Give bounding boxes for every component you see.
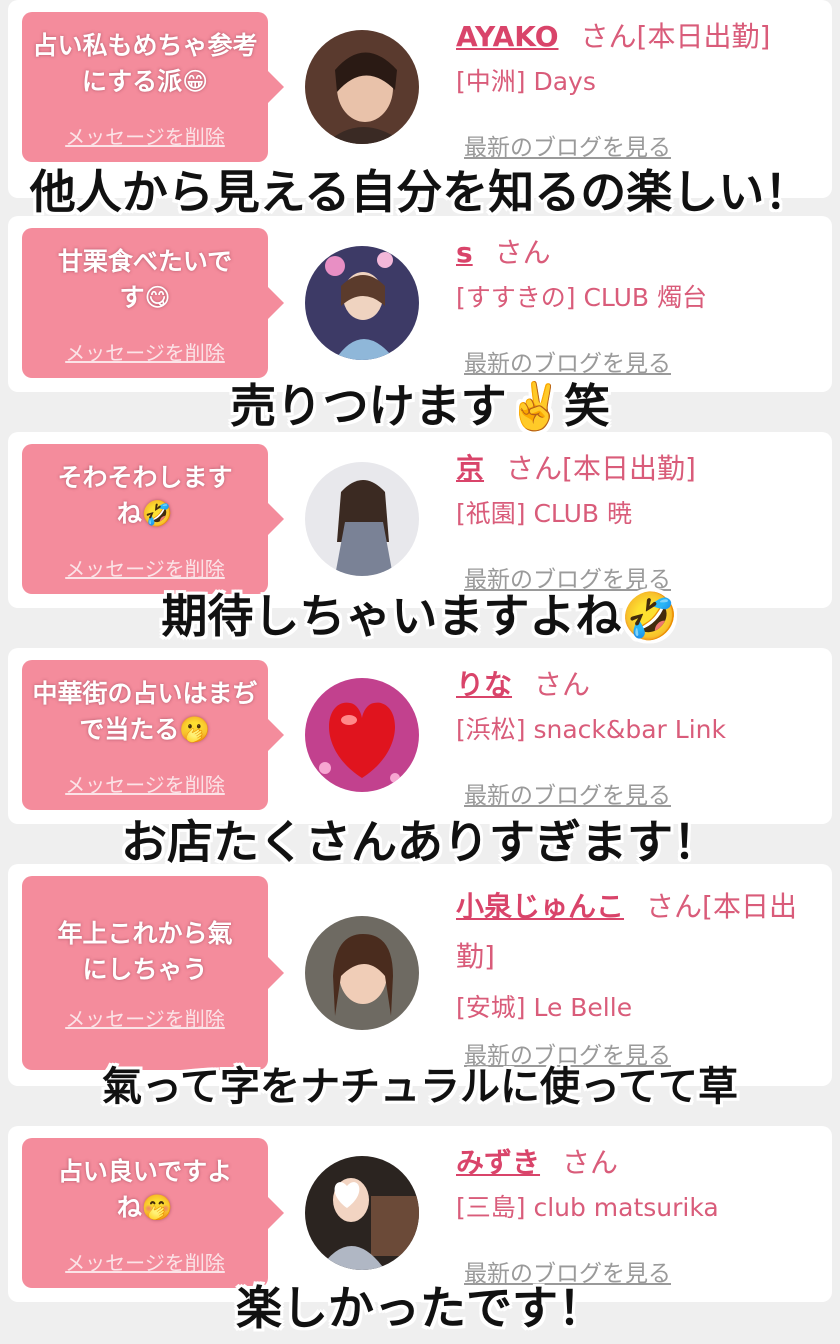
user-info: AYAKO さん[本日出勤] [中洲] Days <box>456 18 818 102</box>
name-line: 京さん[本日出勤] <box>456 450 818 488</box>
delete-message-link[interactable]: メッセージを削除 <box>22 769 268 798</box>
message-card: 年上これから氣にしちゃう メッセージを削除 小泉じゅんこ さん[本日出勤] [安城… <box>8 864 832 1086</box>
user-name-link[interactable]: みずき <box>456 1146 540 1179</box>
name-line: みずき さん <box>456 1144 818 1182</box>
user-info: りな さん [浜松] snack&bar Link <box>456 666 818 750</box>
blog-link[interactable]: 最新のブログを見る <box>464 776 671 810</box>
avatar[interactable] <box>305 678 419 792</box>
shop-info: [祇園] CLUB 暁 <box>456 499 632 528</box>
user-info: 京さん[本日出勤] [祇園] CLUB 暁 <box>456 450 818 534</box>
overlay-caption: 他人から見える自分を知るの楽しい！ <box>29 165 811 219</box>
message-bubble: 年上これから氣にしちゃう メッセージを削除 <box>22 876 284 1070</box>
message-card: 中華街の占いはまぢで当たる🫢 メッセージを削除 りな さん [浜松] snack&… <box>8 648 832 824</box>
message-bubble: そわそわしますね🤣 メッセージを削除 <box>22 444 284 594</box>
message-bubble: 占い私もめちゃ参考にする派😁 メッセージを削除 <box>22 12 284 162</box>
overlay-caption: お店たくさんありすぎます！ <box>121 815 719 869</box>
shop-info: [安城] Le Belle <box>456 993 633 1022</box>
honorific: さん <box>506 452 563 485</box>
name-line: 小泉じゅんこ さん[本日出勤] <box>456 882 818 982</box>
overlay-caption: 氣って字をナチュラルに使ってて草 <box>102 1064 738 1110</box>
overlay-caption: 売りつけます✌️笑 <box>230 379 610 433</box>
avatar[interactable] <box>305 30 419 144</box>
honorific: さん <box>494 236 551 269</box>
user-info: 小泉じゅんこ さん[本日出勤] [安城] Le Belle <box>456 882 818 1028</box>
status-badge: [本日出勤] <box>562 452 696 485</box>
user-name-link[interactable]: 小泉じゅんこ <box>456 890 624 923</box>
name-line: りな さん <box>456 666 818 704</box>
overlay-caption: 楽しかったです！ <box>236 1281 604 1335</box>
status-badge: [本日出勤] <box>636 20 771 53</box>
avatar[interactable] <box>305 916 419 1030</box>
delete-message-link[interactable]: メッセージを削除 <box>22 121 268 150</box>
message-bubble: 中華街の占いはまぢで当たる🫢 メッセージを削除 <box>22 660 284 810</box>
honorific: さん <box>534 668 591 701</box>
shop-info: [中洲] Days <box>456 67 596 96</box>
delete-message-link[interactable]: メッセージを削除 <box>22 337 268 366</box>
user-name-link[interactable]: s <box>456 236 473 269</box>
user-name-link[interactable]: 京 <box>456 452 484 485</box>
honorific: さん <box>580 20 637 53</box>
message-text: 中華街の占いはまぢで当たる🫢 <box>32 679 258 744</box>
user-info: s さん [すすきの] CLUB 燭台 <box>456 234 818 318</box>
message-card: 甘栗食べたいです😋 メッセージを削除 s さん [すすきの] CLUB 燭台 最新… <box>8 216 832 392</box>
message-text: 占い私もめちゃ参考にする派😁 <box>32 31 258 96</box>
message-bubble: 占い良いですよね🤭 メッセージを削除 <box>22 1138 284 1288</box>
overlay-caption: 期待しちゃいますよね🤣 <box>161 589 679 643</box>
name-line: AYAKO さん[本日出勤] <box>456 18 818 56</box>
user-name-link[interactable]: りな <box>456 668 512 701</box>
shop-info: [浜松] snack&bar Link <box>456 715 726 744</box>
name-line: s さん <box>456 234 818 272</box>
avatar[interactable] <box>305 462 419 576</box>
delete-message-link[interactable]: メッセージを削除 <box>22 553 268 582</box>
message-text: 甘栗食べたいです😋 <box>57 247 233 312</box>
message-bubble: 甘栗食べたいです😋 メッセージを削除 <box>22 228 284 378</box>
delete-message-link[interactable]: メッセージを削除 <box>22 1003 268 1032</box>
shop-info: [三島] club matsurika <box>456 1193 719 1222</box>
honorific: さん <box>646 890 703 923</box>
user-name-link[interactable]: AYAKO <box>456 20 559 53</box>
user-info: みずき さん [三島] club matsurika <box>456 1144 818 1228</box>
message-text: 年上これから氣にしちゃう <box>57 919 233 984</box>
message-text: 占い良いですよね🤭 <box>57 1157 233 1222</box>
shop-info: [すすきの] CLUB 燭台 <box>456 283 707 312</box>
honorific: さん <box>562 1146 619 1179</box>
avatar[interactable] <box>305 246 419 360</box>
avatar[interactable] <box>305 1156 419 1270</box>
message-text: そわそわしますね🤣 <box>57 463 233 528</box>
